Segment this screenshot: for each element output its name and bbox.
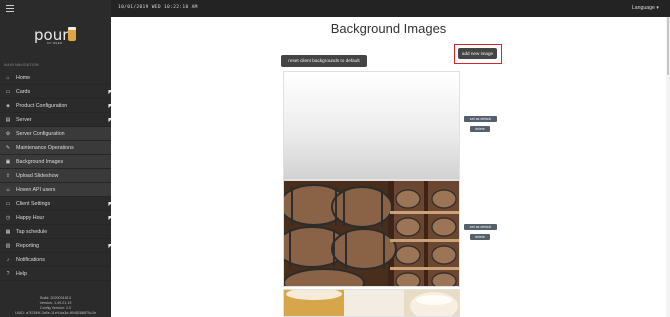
add-new-image-button[interactable]: add new image — [458, 48, 497, 59]
home-icon: ⌂ — [6, 74, 10, 81]
sidebar-item-label: Maintenance Operations — [16, 144, 74, 151]
sidebar-item-upload-slideshow[interactable]: ⇪ Upload Slideshow — [0, 169, 111, 183]
sidebar-item-background-images[interactable]: ▣ Background Images — [0, 155, 111, 169]
set-as-default-button[interactable]: set as default — [464, 224, 497, 230]
upload-icon: ⇪ — [5, 172, 11, 179]
app-window: pour MY BEER MAIN NAVIGATION ⌂ Home ▭ Ca… — [0, 0, 670, 317]
background-image-3 — [283, 289, 460, 317]
sidebar: pour MY BEER MAIN NAVIGATION ⌂ Home ▭ Ca… — [0, 0, 113, 317]
set-as-default-button[interactable]: set as default — [464, 116, 497, 122]
sidebar-item-tap-schedule[interactable]: ▦ Tap schedule — [0, 225, 111, 239]
delete-button[interactable]: delete — [470, 234, 490, 240]
sidebar-item-label: Server Configuration — [16, 130, 65, 137]
desktop-icon: ▭ — [5, 200, 11, 207]
card-icon: ▭ — [5, 88, 11, 95]
tag-icon: ◈ — [6, 102, 10, 109]
scrollbar-thumb[interactable] — [667, 17, 669, 75]
sidebar-item-notifications[interactable]: ♪ Notifications — [0, 253, 111, 267]
sidebar-item-hoven-api-users[interactable]: ☺ Hoven API users — [0, 183, 111, 197]
wrench-icon: ✎ — [5, 144, 11, 151]
sidebar-item-cards[interactable]: ▭ Cards — [0, 85, 113, 99]
gear-icon: ⚙ — [5, 130, 11, 137]
reset-backgrounds-button[interactable]: reset client backgrounds to default — [281, 55, 367, 67]
sidebar-item-label: Happy Hour — [16, 214, 45, 221]
server-icon: ▤ — [5, 116, 11, 123]
page-title: Background Images — [330, 21, 447, 36]
sidebar-item-label: Reporting — [16, 242, 39, 249]
sidebar-item-label: Background Images — [16, 158, 64, 165]
build-info: Build: 2020091813 Version: 1.49.21.19 Co… — [0, 296, 111, 316]
sidebar-item-label: Home — [16, 74, 31, 81]
logo-subtitle: MY BEER — [47, 41, 63, 45]
delete-button[interactable]: delete — [470, 126, 490, 132]
barrels-photo — [284, 181, 459, 286]
uuid: UUID: a7f2389f-2a5e-11e9-ba3e-8945288870… — [14, 311, 97, 315]
beer-glass-icon — [68, 27, 76, 41]
sidebar-item-label: Client Settings — [16, 200, 51, 207]
sidebar-item-label: Product Configuration — [16, 102, 68, 109]
scrollbar[interactable] — [666, 17, 670, 317]
sidebar-item-happy-hour[interactable]: ◷ Happy Hour — [0, 211, 113, 225]
calendar-icon: ▦ — [5, 228, 11, 235]
sidebar-item-product-configuration[interactable]: ◈ Product Configuration — [0, 99, 113, 113]
sidebar-item-label: Tap schedule — [16, 228, 48, 235]
sidebar-item-reporting[interactable]: ▥ Reporting — [0, 239, 113, 253]
chart-icon: ▥ — [5, 242, 11, 249]
sidebar-item-label: Upload Slideshow — [16, 172, 59, 179]
section-label: MAIN NAVIGATION — [4, 63, 39, 67]
sidebar-item-help[interactable]: ? Help — [0, 267, 111, 281]
bell-icon: ♪ — [6, 256, 10, 263]
clock-icon: ◷ — [5, 214, 11, 221]
sidebar-nav: ⌂ Home ▭ Cards ◈ Product Configuration ▤… — [0, 71, 113, 281]
sidebar-item-label: Server — [16, 116, 32, 123]
sidebar-item-client-settings[interactable]: ▭ Client Settings — [0, 197, 113, 211]
user-icon: ☺ — [5, 186, 11, 193]
main-content: Background Images add new image reset cl… — [111, 17, 666, 317]
hamburger-menu-icon[interactable] — [6, 5, 14, 12]
background-image-2 — [283, 180, 460, 287]
add-image-highlight: add new image — [454, 44, 502, 64]
sidebar-item-label: Notifications — [16, 256, 45, 263]
sidebar-item-label: Cards — [16, 88, 31, 95]
help-icon: ? — [6, 270, 10, 277]
sidebar-item-label: Help — [16, 270, 27, 277]
datetime-display: 10/01/2019 WED 10:22:10 AM — [118, 5, 198, 10]
sidebar-item-label: Hoven API users — [16, 186, 56, 193]
image-icon: ▣ — [5, 158, 11, 165]
beer-photo — [284, 290, 459, 316]
sidebar-item-home[interactable]: ⌂ Home — [0, 71, 111, 85]
logo: pour MY BEER — [34, 26, 82, 46]
language-dropdown[interactable]: Language ▾ — [632, 5, 659, 11]
sidebar-item-server[interactable]: ▤ Server — [0, 113, 113, 127]
sidebar-item-maintenance-operations[interactable]: ✎ Maintenance Operations — [0, 141, 111, 155]
background-image-1 — [283, 71, 460, 180]
sidebar-item-server-configuration[interactable]: ⚙ Server Configuration — [0, 127, 111, 141]
top-bar: 10/01/2019 WED 10:22:10 AM Language ▾ — [111, 0, 670, 17]
